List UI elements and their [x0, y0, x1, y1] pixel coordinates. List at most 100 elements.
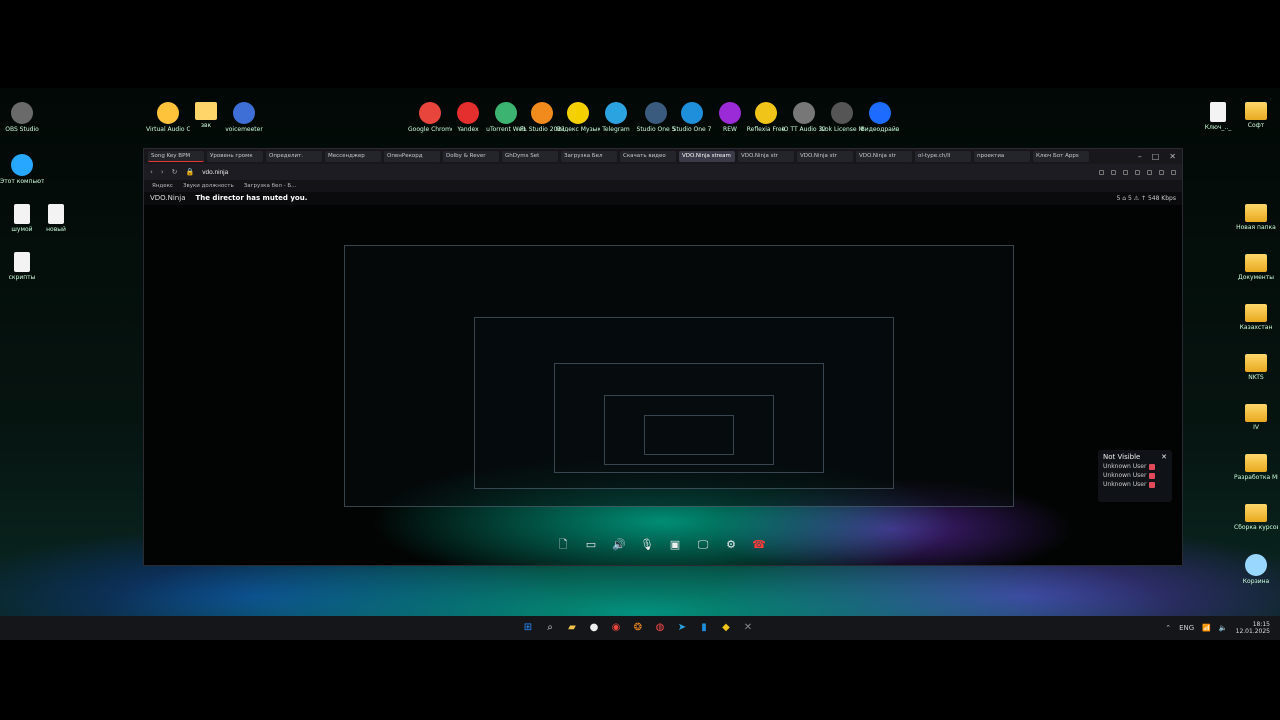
obs-icon[interactable]: ● [586, 620, 602, 636]
desktop-icon[interactable]: Документы [1234, 254, 1278, 281]
forward-icon[interactable]: › [161, 168, 164, 176]
hidden-user-row[interactable]: Unknown User [1103, 481, 1167, 488]
search-icon[interactable]: ⌕ [542, 620, 558, 636]
chat-button[interactable]: ▭ [582, 537, 600, 553]
minimize-icon[interactable]: – [1138, 152, 1142, 161]
vdo-status-line: VDO.Ninja The director has muted you. 5 … [144, 192, 1182, 204]
file-icon [14, 204, 30, 224]
speaker-button[interactable]: 🔊 [610, 537, 628, 553]
browser-tab[interactable]: ol-type.ch/ll [915, 151, 971, 162]
folder-icon [1245, 304, 1267, 322]
hangup-button[interactable]: ☎ [750, 537, 768, 553]
bookmark-item[interactable]: Яндекс [152, 183, 173, 189]
browser-tab[interactable]: Мессенджер [325, 151, 381, 162]
clock[interactable]: 18:15 12.01.2025 [1236, 621, 1270, 635]
browser-tab[interactable]: Определит. [266, 151, 322, 162]
desktop-icon[interactable]: voicemeeter [222, 102, 266, 133]
extension-icon[interactable] [1099, 169, 1104, 175]
desktop-icon[interactable]: OBS Studio [0, 102, 44, 133]
desktop-icon[interactable]: NKTS [1234, 354, 1278, 381]
browser-tab[interactable]: VDO.Ninja str [797, 151, 853, 162]
folder-icon [1245, 354, 1267, 372]
browser-window: Song Key BPM Уровень громк Определит. Мессе… [143, 148, 1183, 566]
download-icon[interactable] [1147, 169, 1152, 175]
telegram-icon[interactable]: ➤ [674, 620, 690, 636]
app-icon [605, 102, 627, 124]
desktop-icon[interactable]: Казахстан [1234, 304, 1278, 331]
menu-icon[interactable] [1171, 169, 1176, 175]
volume-icon[interactable]: 🔈 [1219, 624, 1228, 632]
bookmark-icon[interactable] [1135, 169, 1140, 175]
screenshare-button[interactable]: 🖵 [694, 537, 712, 553]
call-controls: 🗋 ▭ 🔊 🎙 ▣ 🖵 ⚙ ☎ [554, 537, 768, 553]
app-icon[interactable]: ✕ [740, 620, 756, 636]
explorer-icon[interactable]: ▰ [564, 620, 580, 636]
hidden-user-row[interactable]: Unknown User [1103, 472, 1167, 479]
desktop-icon[interactable]: Разработка МИДА [1234, 454, 1278, 481]
extension-icon[interactable] [1111, 169, 1116, 175]
extension-icon[interactable] [1123, 169, 1128, 175]
browser-tab[interactable]: GhDyms Set [502, 151, 558, 162]
clock-date: 12.01.2025 [1235, 628, 1270, 635]
mic-button[interactable]: 🎙 [638, 537, 656, 553]
user-name: Unknown User [1103, 463, 1147, 470]
desktop-icon[interactable]: Видеодрайв [858, 102, 902, 133]
desktop-icon[interactable]: Софт [1234, 102, 1278, 129]
nested-screen-5 [644, 415, 734, 455]
app-icon [567, 102, 589, 124]
browser-tab[interactable]: VDO.Ninja str [738, 151, 794, 162]
settings-button[interactable]: ⚙ [722, 537, 740, 553]
desktop-icon[interactable]: скрипты [0, 252, 44, 281]
start-icon[interactable]: ⊞ [520, 620, 536, 636]
desktop-icon[interactable]: IV [1234, 404, 1278, 431]
camera-button[interactable]: ▣ [666, 537, 684, 553]
folder-icon [1245, 404, 1267, 422]
yandex-browser-icon[interactable]: ◍ [652, 620, 668, 636]
desktop-icon[interactable]: Корзина [1234, 554, 1278, 585]
bookmark-item[interactable]: Звуки должность [183, 183, 234, 189]
chevron-up-icon[interactable]: ⌃ [1165, 624, 1171, 632]
browser-tab[interactable]: Уровень громк [207, 151, 263, 162]
browser-tab[interactable]: Ключ Бот Apps [1033, 151, 1089, 162]
language-indicator[interactable]: ENG [1179, 624, 1194, 632]
desktop-icon[interactable]: Сборка курсов [1234, 504, 1278, 531]
desktop-icon[interactable]: Новая папка [1234, 204, 1278, 231]
browser-tab[interactable]: проектиа [974, 151, 1030, 162]
hidden-user-row[interactable]: Unknown User [1103, 463, 1167, 470]
close-icon[interactable]: ✕ [1161, 453, 1167, 461]
network-icon[interactable]: 📶 [1202, 624, 1211, 632]
browser-tab[interactable]: Скачать видео [620, 151, 676, 162]
folder-icon [1245, 102, 1267, 120]
desktop-icon[interactable]: Этот компьютер [0, 154, 44, 185]
chrome-icon[interactable]: ◉ [608, 620, 624, 636]
browser-tab[interactable]: Song Key BPM [148, 151, 204, 162]
browser-tab[interactable]: Загрузка Бел [561, 151, 617, 162]
reflexia-icon[interactable]: ◆ [718, 620, 734, 636]
desktop-icon[interactable]: новый [34, 204, 78, 233]
url-input[interactable] [202, 168, 363, 176]
not-visible-title: Not Visible [1103, 453, 1141, 461]
app-icon [11, 154, 33, 176]
bookmark-item[interactable]: Загрузка бел - Б... [244, 183, 297, 189]
browser-tab[interactable]: ОпенРекорд [384, 151, 440, 162]
folder-icon [195, 102, 217, 120]
browser-tab[interactable]: VDO.Ninja stream [679, 151, 735, 162]
browser-tab[interactable]: VDO.Ninja str [856, 151, 912, 162]
connection-stats: 5 ⌂ 5 ⚠ ↑ 548 Kbps [1116, 194, 1176, 202]
studio-one-icon[interactable]: ▮ [696, 620, 712, 636]
vdo-brand: VDO.Ninja [150, 194, 186, 202]
browser-tab[interactable]: Dolby & Rever [443, 151, 499, 162]
reload-icon[interactable]: ↻ [172, 168, 178, 176]
fl-studio-icon[interactable]: ❂ [630, 620, 646, 636]
file-icon [1210, 102, 1226, 122]
file-share-button[interactable]: 🗋 [554, 537, 572, 553]
icon-label: Софт [1247, 122, 1265, 129]
app-icon [1245, 554, 1267, 576]
folder-icon [1245, 254, 1267, 272]
profile-icon[interactable] [1159, 169, 1164, 175]
back-icon[interactable]: ‹ [150, 168, 153, 176]
close-icon[interactable]: ✕ [1169, 152, 1176, 161]
desktop-icon[interactable]: Telegram [594, 102, 638, 133]
maximize-icon[interactable]: □ [1152, 152, 1160, 161]
app-icon [11, 102, 33, 124]
